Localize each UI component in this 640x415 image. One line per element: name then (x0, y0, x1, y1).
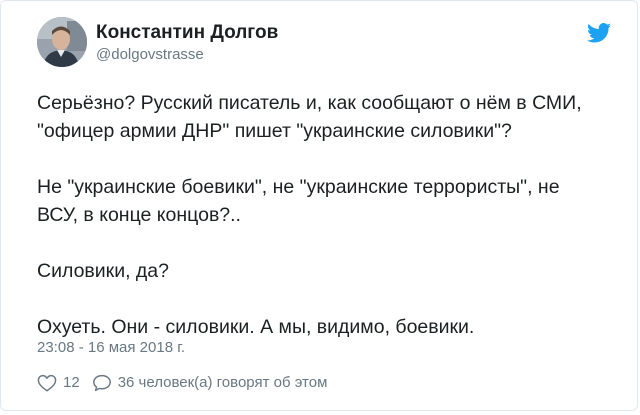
avatar-photo (37, 17, 87, 67)
twitter-bird-icon[interactable] (587, 23, 611, 43)
like-button[interactable]: 12 (37, 374, 80, 392)
heart-icon (37, 374, 57, 392)
conversation-count: 36 человек(а) говорят об этом (117, 374, 328, 391)
tweet-paragraph: Силовики, да? (37, 260, 169, 282)
like-count: 12 (63, 374, 80, 391)
tweet-actions: 12 36 человек(а) говорят об этом (37, 373, 327, 393)
speech-bubble-icon (92, 374, 111, 392)
tweet-card: Константин Долгов @dolgovstrasse Серьёзн… (0, 0, 638, 411)
avatar[interactable] (37, 17, 87, 67)
conversation-button[interactable]: 36 человек(а) говорят об этом (92, 374, 328, 392)
tweet-text: Серьёзно? Русский писатель и, как сообща… (37, 89, 627, 341)
tweet-paragraph: Охуеть. Они - силовики. А мы, видимо, бо… (37, 316, 475, 338)
author-display-name[interactable]: Константин Долгов (96, 22, 278, 44)
tweet-paragraph: Не "украинские боевики", не "украинские … (37, 176, 560, 226)
tweet-paragraph: Серьёзно? Русский писатель и, как сообща… (37, 92, 582, 142)
author-handle[interactable]: @dolgovstrasse (96, 46, 204, 64)
tweet-timestamp[interactable]: 23:08 - 16 мая 2018 г. (37, 339, 185, 357)
